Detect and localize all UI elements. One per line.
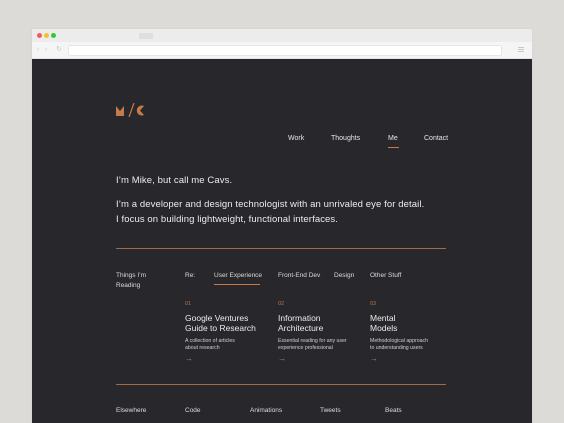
filter-user-experience[interactable]: User Experience: [214, 272, 262, 279]
arrow-right-icon[interactable]: →: [278, 355, 286, 363]
title-bar: [32, 29, 532, 42]
maximize-window-button[interactable]: [51, 33, 56, 38]
card-desc-line-2: experience professional: [278, 345, 333, 351]
nav-active-indicator: [388, 147, 399, 148]
card-number: 02: [278, 301, 285, 307]
reading-label-line-2: Reading: [116, 282, 141, 289]
card-desc-line-1: Essential reading for any user: [278, 338, 347, 344]
re-label: Re:: [185, 272, 196, 279]
card-desc-line-1: Methodological approach: [370, 338, 428, 344]
elsewhere-label: Elsewhere: [116, 407, 147, 414]
card-title-line-2: Guide to Research: [185, 323, 256, 333]
arrow-right-icon[interactable]: →: [185, 355, 193, 363]
page-viewport: Work Thoughts Me Contact I’m Mike, but c…: [32, 59, 532, 423]
browser-window: ‹ › ↻ Work Thoughts Me Contact I’m Mike,…: [32, 29, 532, 423]
intro-line-1: I’m a developer and design technologist …: [116, 199, 425, 210]
card-title-line-2: Architecture: [278, 323, 324, 333]
browser-tab[interactable]: [139, 33, 153, 39]
reading-label-line-1: Things I’m: [116, 272, 146, 279]
arrow-right-icon[interactable]: →: [370, 355, 378, 363]
card-title-line-1: Information: [278, 313, 321, 323]
browser-toolbar: ‹ › ↻: [32, 42, 532, 59]
intro-line-2: I focus on building lightweight, functio…: [116, 214, 339, 225]
filter-design[interactable]: Design: [334, 272, 354, 279]
filter-other-stuff[interactable]: Other Stuff: [370, 272, 401, 279]
minimize-window-button[interactable]: [44, 33, 49, 38]
section-divider: [116, 248, 446, 249]
card-title-line-1: Google Ventures: [185, 313, 249, 323]
nav-work[interactable]: Work: [288, 135, 304, 142]
filter-front-end-dev[interactable]: Front-End Dev: [278, 272, 320, 279]
card-number: 01: [185, 301, 192, 307]
footer-link-beats[interactable]: Beats: [385, 407, 402, 414]
nav-me[interactable]: Me: [388, 135, 398, 142]
card-desc-line-2: to understanding users: [370, 345, 423, 351]
back-arrow-icon[interactable]: ‹: [37, 46, 44, 53]
mc-logo[interactable]: [116, 103, 146, 117]
nav-contact[interactable]: Contact: [424, 135, 448, 142]
card-desc-line-1: A collection of articles: [185, 338, 235, 344]
footer-link-code[interactable]: Code: [185, 407, 201, 414]
card-title-line-2: Models: [370, 323, 398, 333]
card-desc-line-2: about research: [185, 345, 220, 351]
close-window-button[interactable]: [37, 33, 42, 38]
intro-greeting: I’m Mike, but call me Cavs.: [116, 175, 233, 186]
footer-link-animations[interactable]: Animations: [250, 407, 282, 414]
reload-icon[interactable]: ↻: [56, 46, 63, 53]
menu-icon[interactable]: [518, 47, 524, 53]
card-number: 03: [370, 301, 377, 307]
footer-divider: [116, 384, 446, 385]
footer-link-tweets[interactable]: Tweets: [320, 407, 341, 414]
filter-active-indicator: [214, 284, 260, 285]
forward-arrow-icon[interactable]: ›: [45, 46, 52, 53]
nav-thoughts[interactable]: Thoughts: [331, 135, 360, 142]
card-title-line-1: Mental: [370, 313, 396, 323]
address-bar[interactable]: [68, 45, 502, 56]
